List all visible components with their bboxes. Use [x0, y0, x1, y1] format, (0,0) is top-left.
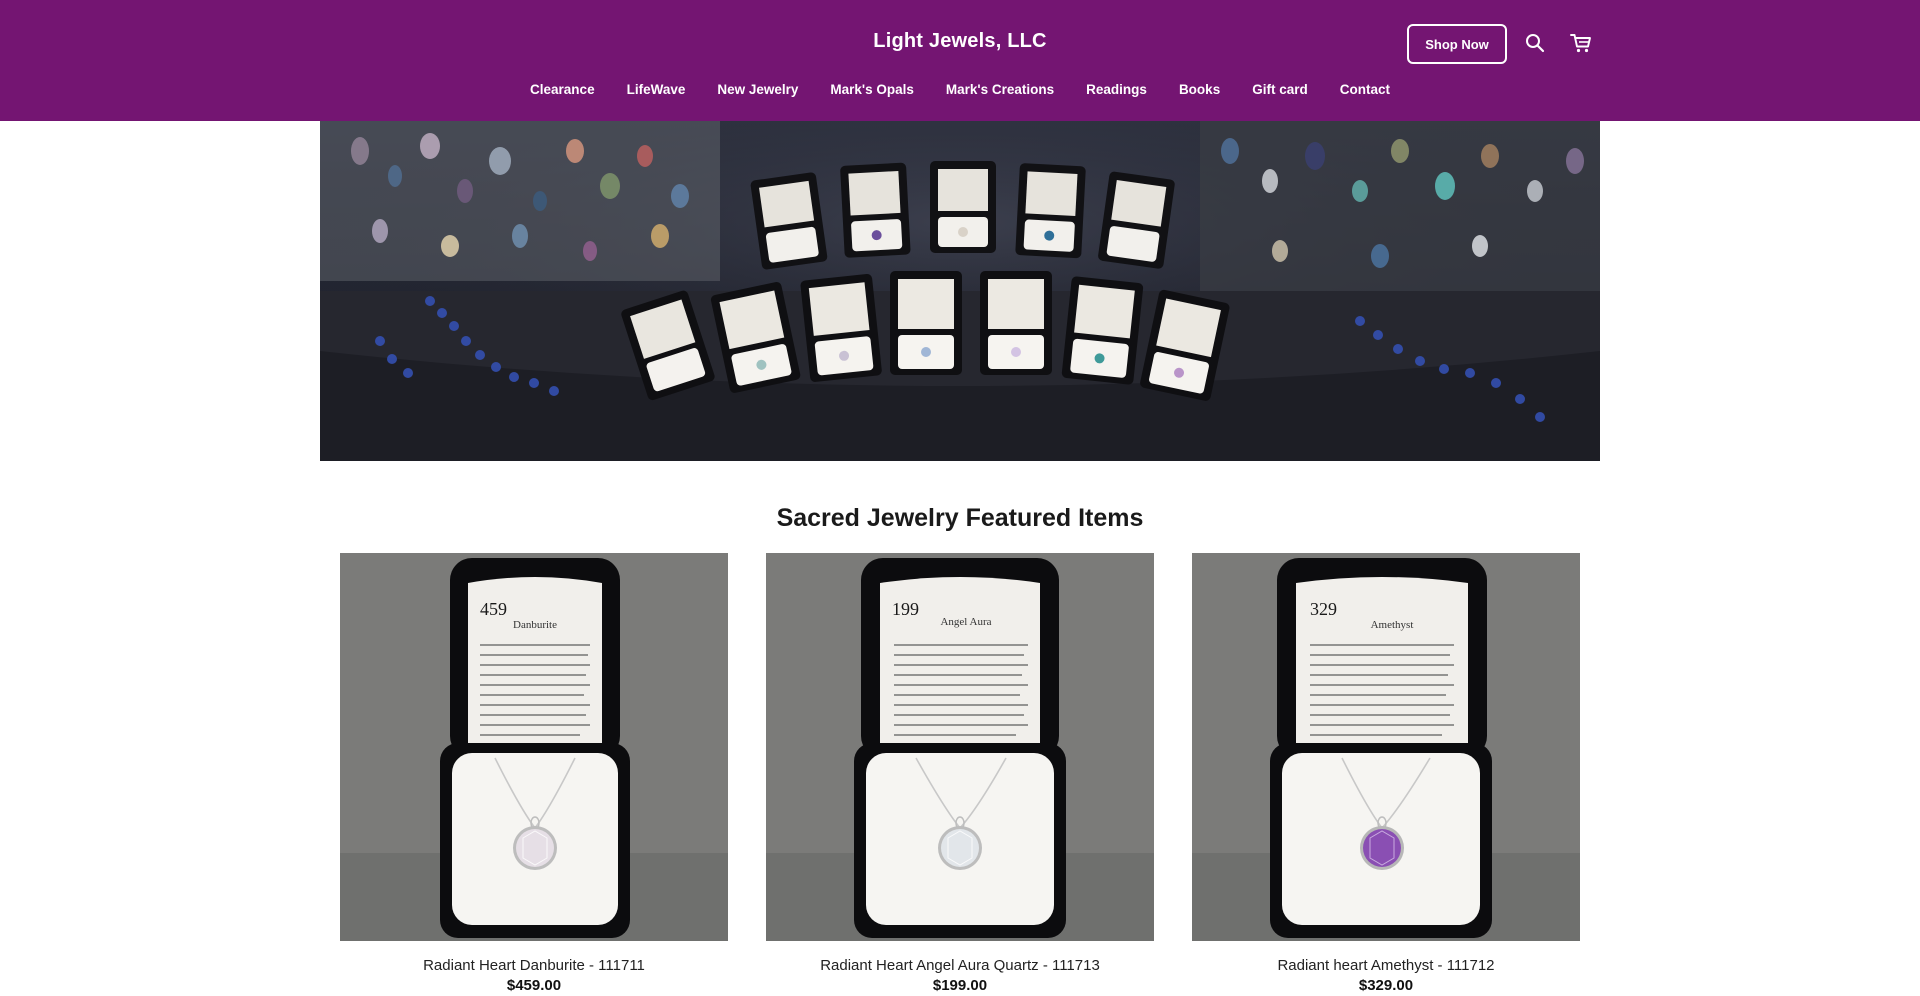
gemstone	[1363, 829, 1401, 867]
brand-logo: Light Jewels, LLC	[0, 30, 1920, 53]
nav-item-lifewave[interactable]: LifeWave	[611, 82, 702, 97]
card-heading: Angel Aura	[940, 616, 991, 628]
card-price-tag: 459	[480, 599, 507, 619]
search-button[interactable]	[1521, 29, 1549, 57]
nav-item-books[interactable]: Books	[1163, 82, 1236, 97]
gemstone	[516, 829, 554, 867]
nav-item-gift-card[interactable]: Gift card	[1236, 82, 1324, 97]
nav-item-readings[interactable]: Readings	[1070, 82, 1163, 97]
brand-link[interactable]: Light Jewels, LLC	[873, 30, 1046, 52]
product-image[interactable]: 199 Angel Aura	[766, 553, 1154, 941]
nav-item-clearance[interactable]: Clearance	[514, 82, 611, 97]
section-title: Sacred Jewelry Featured Items	[776, 504, 1144, 532]
product-name[interactable]: Radiant Heart Angel Aura Quartz - 111713	[766, 957, 1154, 975]
cart-icon	[1570, 34, 1591, 53]
cart-button[interactable]	[1567, 29, 1595, 57]
product-price: $199.00	[932, 977, 988, 994]
gemstone	[941, 829, 979, 867]
product-card[interactable]: 329 Amethyst Radiant heart Amethyst - 11	[1192, 553, 1580, 996]
card-heading: Danburite	[513, 619, 557, 631]
nav-item-marks-opals[interactable]: Mark's Opals	[814, 82, 930, 97]
card-heading: Amethyst	[1371, 619, 1414, 631]
site-header: Light Jewels, LLC Shop Now Clearance Lif…	[0, 0, 1920, 121]
search-icon	[1526, 34, 1545, 53]
product-price: $459.00	[506, 977, 562, 994]
product-card[interactable]: 199 Angel Aura Radiant Heart Angel Aura	[766, 553, 1154, 996]
card-price-tag: 199	[892, 599, 919, 619]
nav-item-contact[interactable]: Contact	[1324, 82, 1406, 97]
product-price: $329.00	[1358, 977, 1414, 994]
product-image[interactable]: 459 Danburite	[340, 553, 728, 941]
product-name[interactable]: Radiant heart Amethyst - 111712	[1192, 957, 1580, 975]
card-price-tag: 329	[1310, 599, 1337, 619]
nav-item-new-jewelry[interactable]: New Jewelry	[701, 82, 814, 97]
hero-banner-image	[320, 121, 1600, 461]
product-name[interactable]: Radiant Heart Danburite - 111711	[340, 957, 728, 975]
product-card[interactable]: 459 Danburite Radiant Heart Danburite - …	[340, 553, 728, 996]
shop-now-button[interactable]: Shop Now	[1407, 24, 1507, 64]
main-nav: Clearance LifeWave New Jewelry Mark's Op…	[0, 82, 1920, 97]
product-grid: 459 Danburite Radiant Heart Danburite - …	[0, 553, 1920, 996]
product-image[interactable]: 329 Amethyst	[1192, 553, 1580, 941]
nav-item-marks-creations[interactable]: Mark's Creations	[930, 82, 1070, 97]
